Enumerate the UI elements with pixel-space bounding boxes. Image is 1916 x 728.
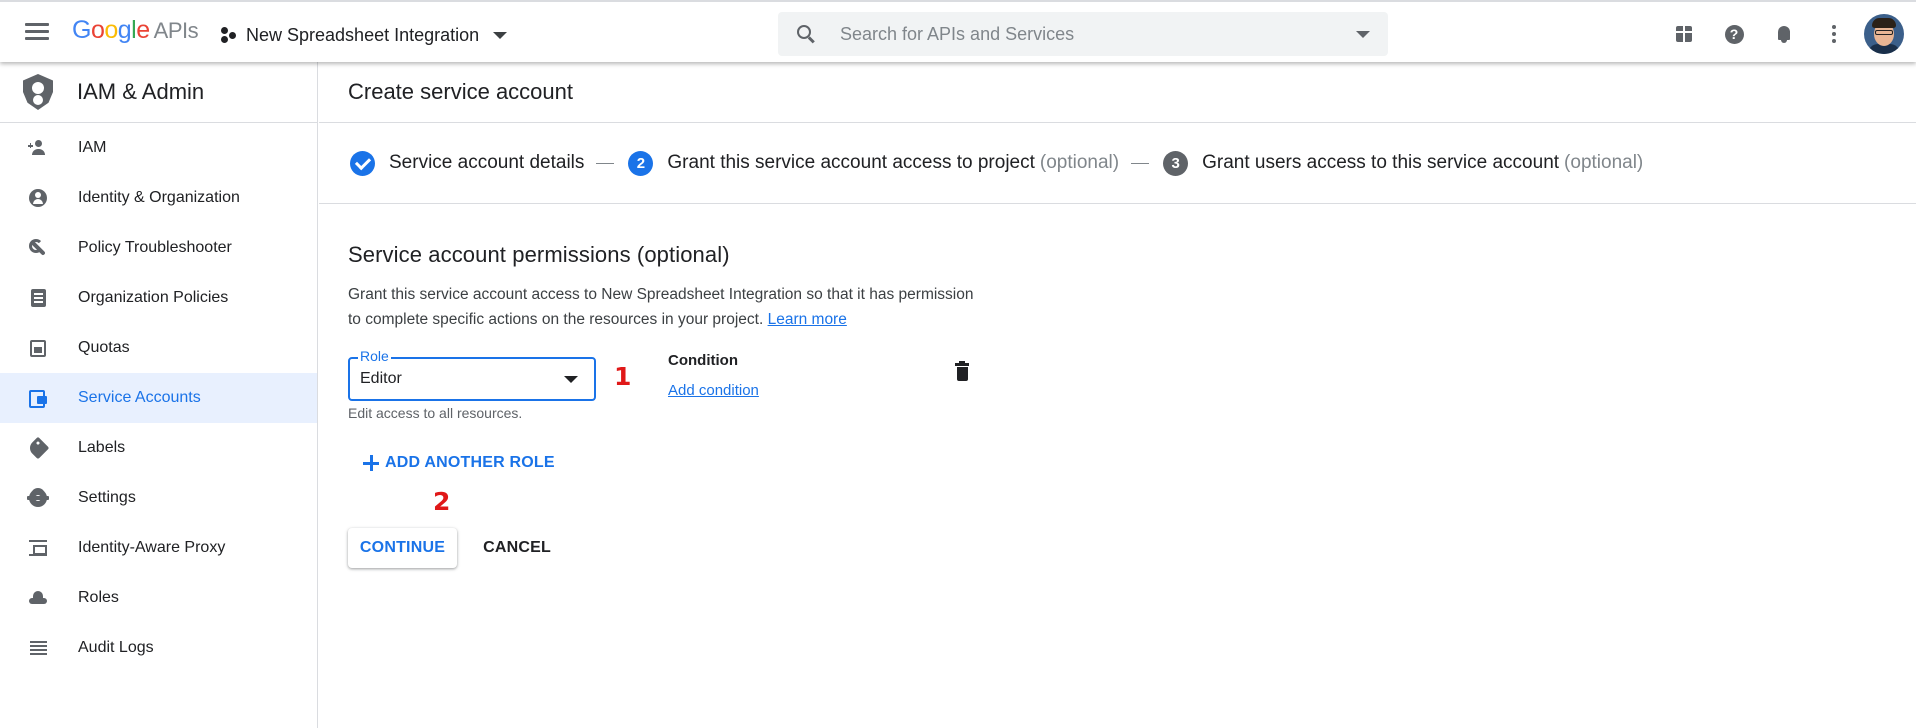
step-label: Service account details [389,152,585,173]
sidebar-item-service-accounts[interactable]: Service Accounts [0,373,317,423]
wrench-icon [29,239,47,257]
sidebar-item-identity-organization[interactable]: Identity & Organization [0,173,317,223]
sidebar-item-audit-logs[interactable]: Audit Logs [0,623,317,673]
chevron-down-icon [493,31,508,39]
check-circle-icon [350,150,375,176]
step-label: Grant users access to this service accou… [1202,152,1560,173]
step-number: 3 [1163,150,1189,176]
sidebar-item-quotas[interactable]: Quotas [0,323,317,373]
role-select[interactable]: Role Editor [348,348,596,401]
step-grant-project-access[interactable]: 2 Grant this service account access to p… [628,150,1120,176]
gift-button[interactable] [1664,14,1704,54]
permissions-section: Service account permissions (optional) G… [348,242,988,332]
account-circle-icon [29,189,47,207]
step-optional: (optional) [1039,152,1120,173]
step-divider [1131,162,1150,164]
step-optional: (optional) [1564,152,1644,173]
more-button[interactable] [1814,14,1854,54]
page-header: Create service account [319,62,1916,123]
sidebar-item-roles[interactable]: Roles [0,573,317,623]
sidebar-item-label: IAM [78,139,107,156]
continue-button[interactable]: CONTINUE [348,528,457,568]
annotation-marker-1: 1 [614,362,632,391]
sidebar-item-labels[interactable]: Labels [0,423,317,473]
top-icons: ? [1654,14,1916,54]
chevron-down-icon [564,376,578,383]
sidebar-item-label: Policy Troubleshooter [78,239,232,256]
avatar[interactable] [1864,14,1904,54]
sidebar-item-label: Settings [78,489,136,506]
sidebar-item-label: Service Accounts [78,389,201,406]
learn-more-link[interactable]: Learn more [768,311,847,328]
stepper: Service account details 2 Grant this ser… [319,123,1916,204]
sidebar-item-organization-policies[interactable]: Organization Policies [0,273,317,323]
google-apis-logo[interactable]: Google APIs [72,16,199,45]
sidebar-item-label: Organization Policies [78,289,229,306]
search-icon[interactable] [794,22,818,46]
proxy-icon [29,540,47,556]
role-field-label: Role [358,348,391,364]
document-icon [30,289,46,307]
search-input[interactable] [840,23,1356,45]
sidebar-item-label: Labels [78,439,126,456]
sidebar-item-label: Identity & Organization [78,189,240,206]
add-role-label: ADD ANOTHER ROLE [385,454,555,471]
step-grant-users-access[interactable]: 3 Grant users access to this service acc… [1163,150,1644,176]
project-name: New Spreadsheet Integration [246,24,480,45]
sidebar-header: IAM & Admin [0,62,317,123]
person-add-icon [28,140,48,156]
sidebar-item-identity-aware-proxy[interactable]: Identity-Aware Proxy [0,523,317,573]
roles-icon [29,591,47,605]
sidebar-item-label: Roles [78,589,119,606]
sidebar: IAM & Admin IAM Identity & Organization … [0,62,318,728]
help-button[interactable]: ? [1714,14,1754,54]
sidebar-item-label: Quotas [78,339,130,356]
page-title: Create service account [348,79,573,104]
cancel-button[interactable]: CANCEL [472,528,562,568]
sidebar-title: IAM & Admin [77,79,205,104]
more-vert-icon [1832,24,1836,45]
logo-apis-text: APIs [153,18,199,43]
sidebar-item-settings[interactable]: Settings [0,473,317,523]
step-label: Grant this service account access to pro… [667,152,1035,173]
role-hint: Edit access to all resources. [348,405,523,421]
step-details[interactable]: Service account details [350,150,585,176]
add-condition-link[interactable]: Add condition [668,382,759,399]
plus-icon [363,455,379,471]
sidebar-item-label: Audit Logs [78,639,154,656]
description-text: Grant this service account access to New… [348,286,974,328]
annotation-marker-2: 2 [433,487,451,516]
delete-icon[interactable] [955,361,969,381]
step-divider [596,162,615,164]
add-another-role-button[interactable]: ADD ANOTHER ROLE [363,450,555,476]
top-bar: GoogleAPIs New Spreadsheet Integration ? [0,0,1916,62]
section-description: Grant this service account access to New… [348,282,988,332]
project-icon [220,26,238,44]
step-number: 2 [628,150,654,176]
section-title: Service account permissions (optional) [348,242,730,267]
search-bar [778,12,1388,56]
quota-icon [30,339,46,357]
label-icon [26,436,50,460]
shield-icon [23,74,53,110]
gear-icon [27,489,49,507]
sidebar-item-iam[interactable]: IAM [0,123,317,173]
project-picker[interactable]: New Spreadsheet Integration [220,20,508,50]
menu-icon[interactable] [22,20,52,46]
sidebar-nav: IAM Identity & Organization Policy Troub… [0,123,317,673]
search-dropdown-icon[interactable] [1356,30,1370,38]
help-icon: ? [1724,24,1744,44]
sidebar-item-label: Identity-Aware Proxy [78,539,226,556]
notifications-button[interactable] [1764,14,1804,54]
gift-icon [1676,26,1692,42]
service-account-icon [29,390,47,408]
notifications-icon [1776,25,1792,43]
role-value: Editor [360,370,402,387]
sidebar-item-policy-troubleshooter[interactable]: Policy Troubleshooter [0,223,317,273]
list-icon [29,641,47,655]
condition-label: Condition [668,352,738,369]
